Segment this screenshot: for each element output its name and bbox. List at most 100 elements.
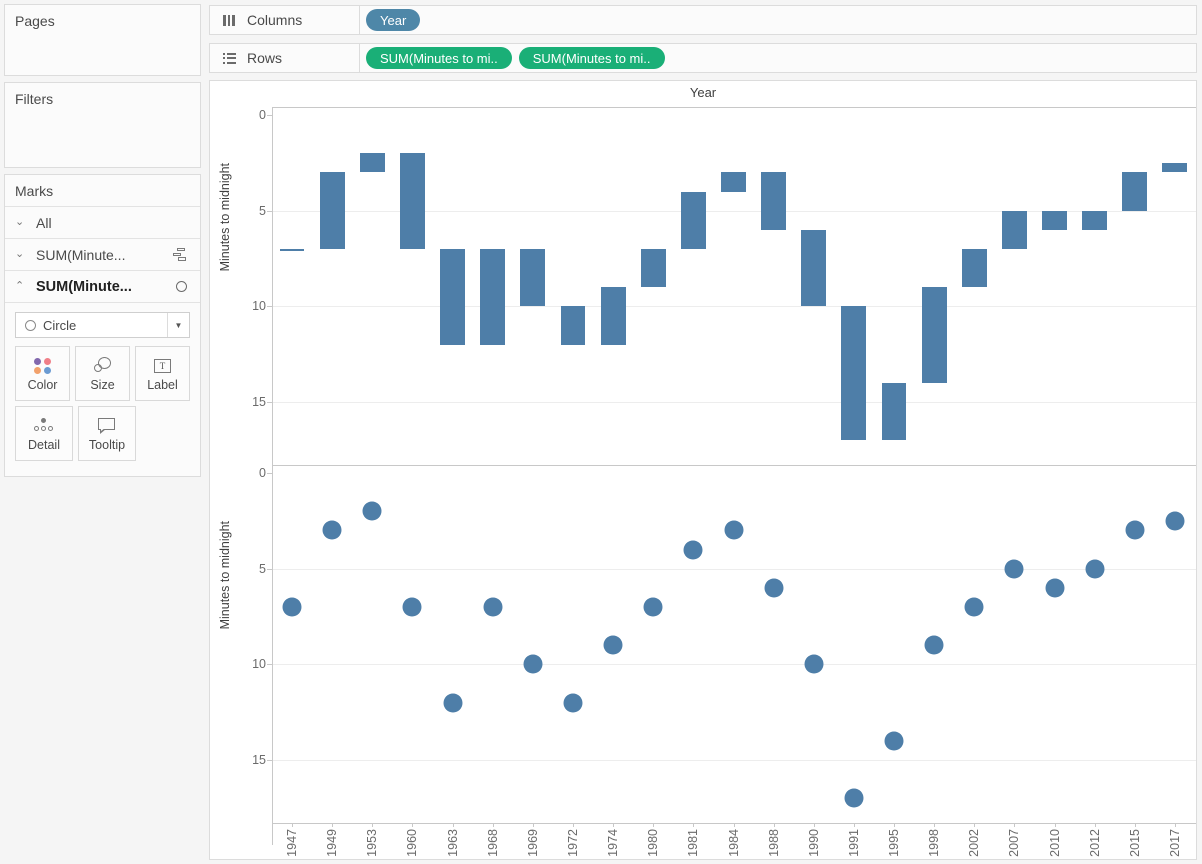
bar-mark[interactable]	[881, 382, 907, 441]
pill-year[interactable]: Year	[366, 9, 421, 31]
circle-mark[interactable]	[804, 654, 824, 674]
detail-button[interactable]: Detail	[15, 406, 73, 461]
marks-group-sum-measure-2[interactable]: ⌃ SUM(Minute...	[5, 271, 200, 303]
bar-mark[interactable]	[560, 306, 586, 345]
filters-drop-area[interactable]	[5, 113, 200, 163]
x-axis-tick-label[interactable]: 1960	[405, 829, 419, 857]
x-axis-tick-label[interactable]: 2010	[1048, 829, 1062, 857]
marks-group-all[interactable]: ⌄ All	[5, 207, 200, 239]
circle-mark[interactable]	[764, 578, 784, 598]
filters-card[interactable]: Filters	[4, 82, 201, 168]
rows-shelf[interactable]: Rows SUM(Minutes to mi.. SUM(Minutes to …	[209, 43, 1197, 73]
bar-mark[interactable]	[1122, 172, 1148, 211]
x-axis-tick-label[interactable]: 1998	[927, 829, 941, 857]
bar-mark[interactable]	[279, 248, 305, 252]
bar-mark[interactable]	[1082, 210, 1108, 230]
pages-card[interactable]: Pages	[4, 4, 201, 76]
circle-mark[interactable]	[683, 540, 703, 559]
bar-mark[interactable]	[721, 172, 746, 192]
x-axis-tick-label[interactable]: 1963	[446, 829, 460, 857]
tooltip-button[interactable]: Tooltip	[78, 406, 136, 461]
x-axis-tick-mark	[853, 823, 855, 827]
x-axis-tick-label[interactable]: 2015	[1128, 829, 1142, 857]
circle-mark[interactable]	[563, 693, 583, 712]
chevron-down-icon[interactable]: ▼	[167, 313, 189, 337]
bar-mark[interactable]	[400, 153, 425, 249]
x-axis-tick-label[interactable]: 2007	[1007, 829, 1021, 857]
size-circles-icon	[93, 353, 113, 379]
circle-mark[interactable]	[362, 501, 382, 521]
x-axis-tick-label[interactable]: 2012	[1088, 829, 1102, 857]
bar-mark[interactable]	[801, 229, 827, 307]
pill-sum-minutes-1[interactable]: SUM(Minutes to mi..	[366, 47, 512, 69]
x-axis-tick-label[interactable]: 1947	[285, 829, 299, 857]
columns-pills: Year	[360, 9, 421, 31]
bar-mark[interactable]	[680, 191, 706, 249]
marks-group-sum-measure-1[interactable]: ⌄ SUM(Minute...	[5, 239, 200, 271]
circle-mark[interactable]	[643, 597, 663, 617]
x-axis-tick-label[interactable]: 1972	[566, 829, 580, 857]
circle-mark[interactable]	[1045, 578, 1065, 598]
bar-mark[interactable]	[640, 248, 666, 288]
x-axis-tick-label[interactable]: 1968	[486, 829, 500, 857]
x-axis-tick-label[interactable]: 1991	[847, 829, 861, 857]
bar-mark[interactable]	[440, 248, 466, 345]
bar-mark[interactable]	[1162, 162, 1188, 173]
circle-mark[interactable]	[603, 635, 623, 655]
circle-mark[interactable]	[1085, 559, 1105, 579]
x-axis-tick-label[interactable]: 2002	[967, 829, 981, 857]
x-axis-tick-label[interactable]: 2017	[1168, 829, 1182, 857]
bar-mark[interactable]	[1042, 210, 1067, 230]
bar-mark[interactable]	[480, 248, 506, 345]
chevron-down-icon[interactable]: ⌄	[15, 217, 29, 228]
x-axis-tick-label[interactable]: 1969	[526, 829, 540, 857]
circle-mark[interactable]	[844, 788, 864, 808]
circle-mark[interactable]	[402, 597, 422, 617]
circle-mark[interactable]	[523, 654, 543, 674]
circle-mark[interactable]	[483, 597, 503, 617]
circle-mark[interactable]	[282, 597, 302, 617]
mark-type-dropdown[interactable]: Circle ▼	[15, 312, 190, 338]
bar-mark[interactable]	[319, 172, 345, 249]
x-axis-tick-label[interactable]: 1981	[686, 829, 700, 857]
x-axis-tick-label[interactable]: 1990	[807, 829, 821, 857]
x-axis-tick-label[interactable]: 1995	[887, 829, 901, 857]
y-axis-tick-label: 10	[252, 657, 266, 672]
label-button[interactable]: T Label	[135, 346, 190, 401]
bar-mark[interactable]	[600, 287, 626, 345]
bar-mark[interactable]	[520, 248, 546, 307]
circle-mark[interactable]	[924, 635, 944, 655]
bar-mark[interactable]	[921, 287, 947, 383]
x-axis-tick-label[interactable]: 1949	[325, 829, 339, 857]
x-axis-tick-label[interactable]: 1953	[365, 829, 379, 857]
pages-drop-area[interactable]	[5, 35, 200, 71]
pill-sum-minutes-2[interactable]: SUM(Minutes to mi..	[518, 47, 665, 69]
rows-shelf-label: Rows	[247, 50, 283, 66]
bar-mark[interactable]	[841, 306, 867, 441]
size-button[interactable]: Size	[75, 346, 130, 401]
left-side-panel: Pages Filters Marks ⌄ All ⌄ SUM(Minute..…	[0, 0, 205, 864]
circle-mark[interactable]	[724, 520, 743, 540]
chevron-up-icon[interactable]: ⌃	[15, 281, 29, 292]
circle-mark[interactable]	[1125, 520, 1145, 540]
circle-mark[interactable]	[322, 520, 342, 540]
color-button[interactable]: Color	[15, 346, 70, 401]
circle-mark[interactable]	[443, 693, 463, 712]
circle-mark[interactable]	[1004, 559, 1024, 579]
bar-mark[interactable]	[1001, 210, 1027, 249]
x-axis-tick-label[interactable]: 1974	[606, 829, 620, 857]
columns-shelf[interactable]: Columns Year	[209, 5, 1197, 35]
circle-mark[interactable]	[964, 597, 984, 617]
bar-mark[interactable]	[359, 153, 385, 173]
bar-mark[interactable]	[961, 248, 987, 288]
x-axis-tick-label[interactable]: 1980	[646, 829, 660, 857]
x-axis-tick-label[interactable]: 1988	[767, 829, 781, 857]
circle-mark[interactable]	[1165, 511, 1185, 531]
x-axis-tick-mark	[412, 823, 414, 827]
circle-mark[interactable]	[884, 731, 904, 751]
bar-mark[interactable]	[761, 172, 787, 230]
visualization-pane: Year Minutes to midnight 0 5 10 15 Minutes to…	[209, 80, 1197, 860]
x-axis-tick-label[interactable]: 1984	[727, 829, 741, 857]
chevron-down-icon[interactable]: ⌄	[15, 249, 29, 260]
x-axis-tick-mark	[653, 823, 655, 827]
